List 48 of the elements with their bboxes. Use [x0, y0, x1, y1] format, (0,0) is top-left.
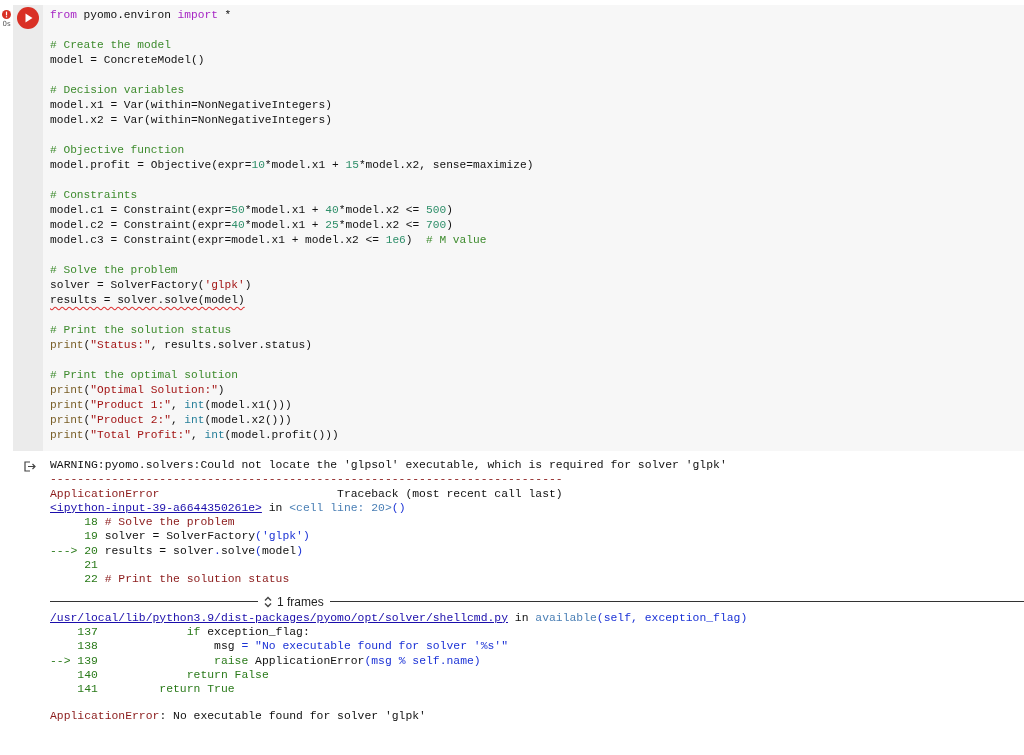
code-line: # Print the solution status — [50, 323, 233, 338]
traceback-text: <cell line: 20> — [289, 501, 392, 514]
code-line: model.profit = Objective(expr=10*model.x1 + 15*model.x2, sense=maximize) — [50, 158, 535, 173]
file-link[interactable]: <ipython-input-39-a6644350261e> — [50, 501, 262, 514]
code-line: from pyomo.environ import * — [50, 8, 233, 23]
frames-toggle[interactable]: 1 frames — [264, 594, 324, 609]
output-line: 137 if exception_flag: — [76, 624, 311, 640]
traceback-text: available — [535, 611, 597, 624]
code-line: print("Status:", results.solver.status) — [50, 338, 313, 353]
code-line: print("Optimal Solution:") — [50, 383, 226, 398]
output-line: 19 solver = SolverFactory('glpk') — [83, 529, 311, 544]
output-line: 138 msg = "No executable found for solver '%s'" — [76, 639, 509, 654]
code-line: # Objective function — [50, 143, 186, 158]
output-line: WARNING:pyomo.solvers:Could not locate the 'glpsol' executable, which is required for solver 'glpk' — [50, 458, 728, 473]
traceback-text: in — [267, 501, 284, 514]
output-icon[interactable] — [24, 461, 36, 472]
code-line: # Print the optimal solution — [50, 368, 239, 383]
run-button[interactable] — [16, 7, 40, 31]
output-line: --> 139 raise ApplicationError(msg % self.name) — [50, 653, 482, 668]
traceback-text: () — [391, 501, 406, 514]
output-line: ApplicationError: No executable found for solver 'glpk' — [50, 709, 427, 724]
code-line: # Create the model — [50, 38, 172, 53]
output-line: 141 return True — [76, 682, 236, 697]
output-line: ---> 20 results = solver.solve(model) — [50, 543, 304, 559]
code-line: # Constraints — [50, 188, 139, 203]
code-line: print("Product 2:", int(model.x2())) — [50, 413, 293, 428]
output-line: --------------------------------------------------------------------------- — [50, 472, 564, 487]
code-line: # Solve the problem — [50, 263, 179, 278]
output-line: ApplicationError Traceback (most recent call last) — [50, 486, 564, 501]
file-link[interactable]: /usr/local/lib/python3.9/dist-packages/pyomo/opt/solver/shellcmd.py — [50, 611, 508, 624]
code-line: model.c1 = Constraint(expr=50*model.x1 + 40*model.x2 <= 500) — [50, 203, 454, 218]
code-line: model.c3 = Constraint(expr=model.x1 + model.x2 <= 1e6) # M value — [50, 233, 488, 248]
output-line: 18 # Solve the problem — [83, 515, 236, 530]
code-line: model = ConcreteModel() — [50, 53, 206, 68]
code-line: model.c2 = Constraint(expr=40*model.x1 + 25*model.x2 <= 700) — [50, 218, 454, 233]
code-line: # Decision variables — [50, 83, 186, 98]
code-line: print("Product 1:", int(model.x1())) — [50, 398, 293, 413]
code-line: model.x2 = Var(within=NonNegativeIntegers) — [50, 113, 333, 128]
code-line: solver = SolverFactory('glpk') — [50, 278, 253, 293]
code-line: print("Total Profit:", int(model.profit())) — [50, 428, 340, 443]
output-line: 140 return False — [76, 667, 270, 683]
traceback-text: (self, exception_flag) — [596, 611, 748, 624]
output-line: 22 # Print the solution status — [83, 572, 291, 587]
traceback-text: in — [513, 611, 530, 624]
code-line: results = solver.solve(model) — [50, 293, 246, 308]
output-line: 21 — [83, 558, 99, 573]
expand-icon — [264, 595, 272, 608]
code-line: model.x1 = Var(within=NonNegativeIntegers) — [50, 98, 333, 113]
